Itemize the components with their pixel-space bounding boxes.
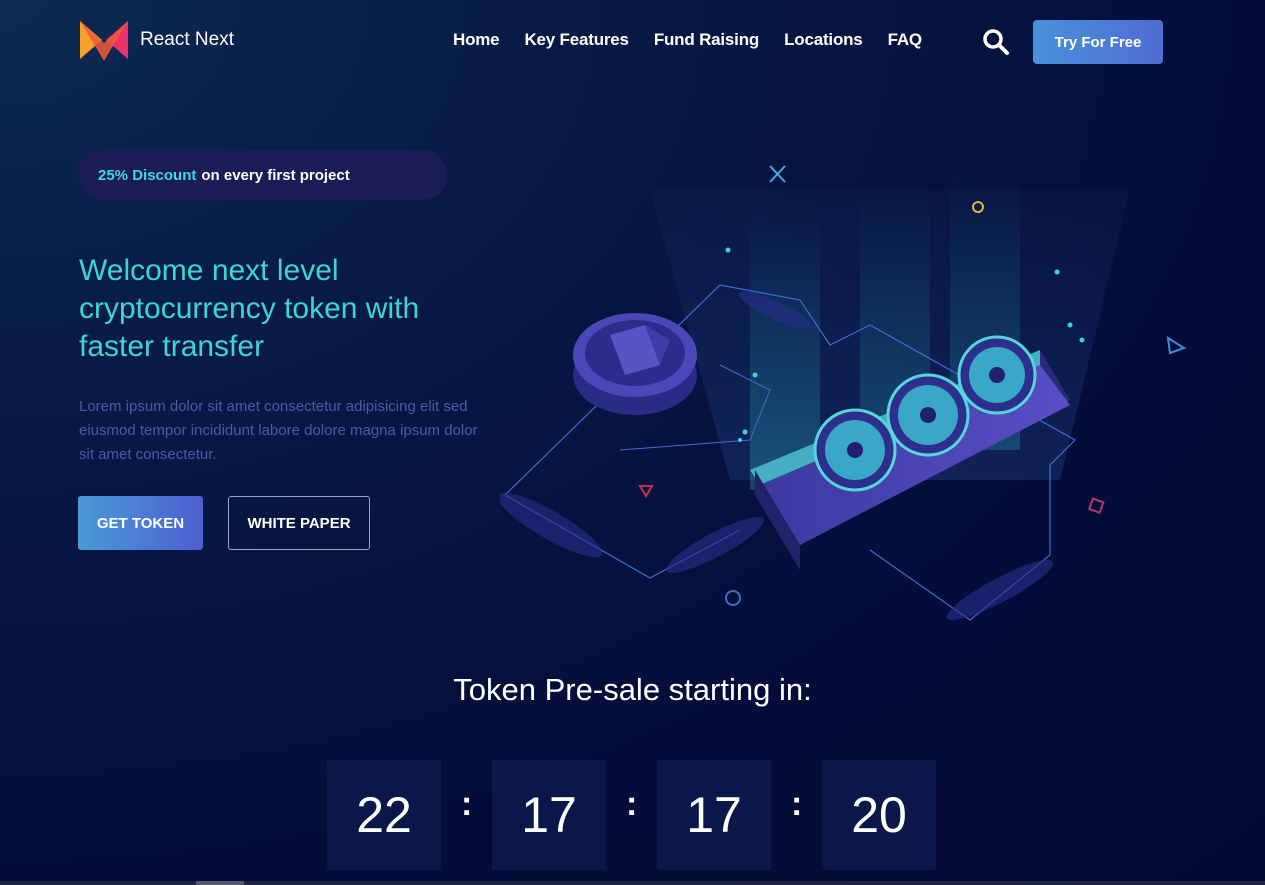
try-for-free-button[interactable]: Try For Free [1033, 20, 1163, 64]
countdown-days: 22 [327, 760, 441, 870]
scrollbar-thumb[interactable] [196, 881, 244, 885]
main-menu: Home Key Features Fund Raising Locations… [453, 30, 922, 50]
presale-title: Token Pre-sale starting in: [453, 672, 812, 707]
get-token-button[interactable]: GET TOKEN [78, 496, 203, 550]
horizontal-scrollbar[interactable] [0, 881, 1265, 885]
hero-headline: Welcome next level cryptocurrency token … [79, 254, 420, 363]
hero-description: Lorem ipsum dolor sit amet consectetur a… [79, 398, 478, 463]
countdown-hours: 17 [492, 760, 606, 870]
search-icon[interactable] [982, 28, 1010, 56]
react-next-logo-icon [80, 21, 128, 61]
countdown-separator: : [626, 785, 638, 823]
logo[interactable]: React Next [80, 19, 234, 61]
nav-key-features[interactable]: Key Features [524, 30, 629, 50]
discount-badge: 25% Discount on every first project [78, 150, 447, 200]
crypto-mining-illustration [500, 165, 1187, 621]
brand-name: React Next [140, 29, 234, 50]
white-paper-button[interactable]: WHITE PAPER [228, 496, 370, 550]
countdown-separator: : [461, 785, 473, 823]
discount-text: on every first project [201, 166, 350, 184]
nav-home[interactable]: Home [453, 30, 500, 50]
top-navigation: React Next Home Key Features Fund Raisin… [0, 0, 1265, 85]
nav-fund-raising[interactable]: Fund Raising [654, 30, 759, 50]
countdown-separator: : [791, 785, 803, 823]
countdown-seconds: 20 [822, 760, 936, 870]
countdown-minutes: 17 [657, 760, 771, 870]
discount-highlight: 25% Discount [98, 166, 197, 184]
nav-faq[interactable]: FAQ [888, 30, 923, 50]
coin-icon [573, 313, 697, 415]
nav-locations[interactable]: Locations [784, 30, 863, 50]
